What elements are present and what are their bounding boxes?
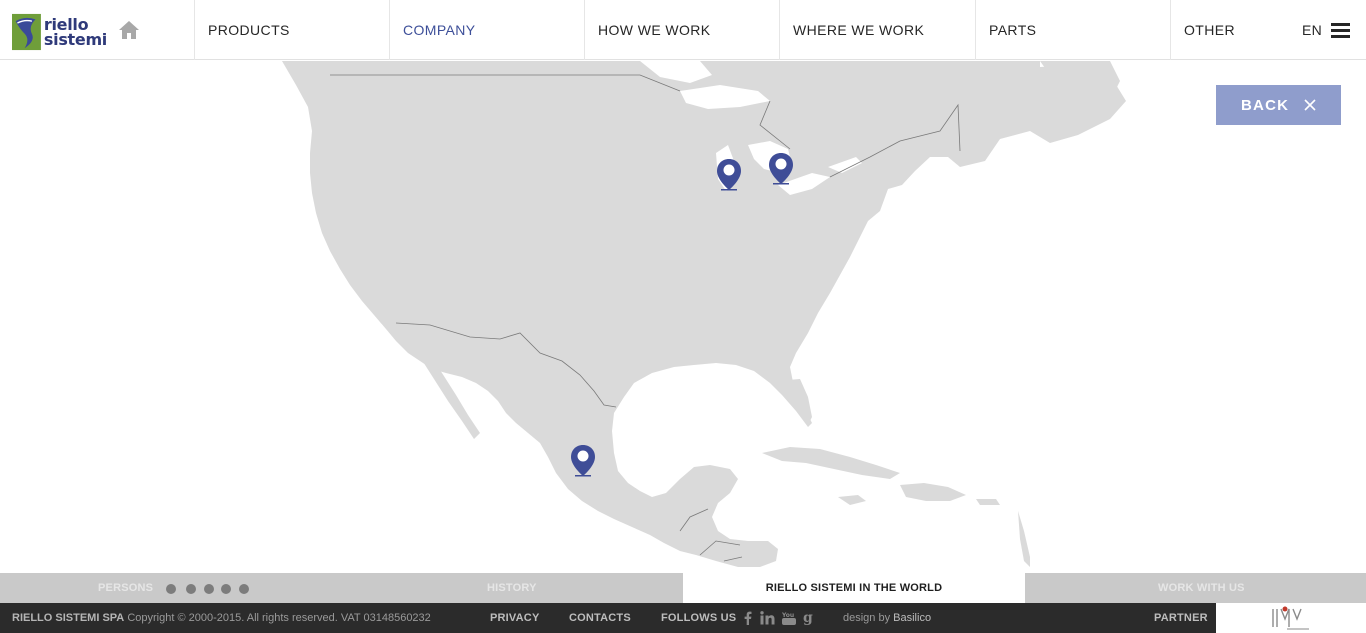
contacts-link[interactable]: CONTACTS: [569, 603, 631, 633]
language-selector[interactable]: EN: [1302, 22, 1322, 38]
footer-company: RIELLO SISTEMI SPA: [12, 612, 125, 624]
nav-company[interactable]: COMPANY: [389, 0, 584, 60]
hamburger-icon[interactable]: [1331, 23, 1350, 38]
slider-dot[interactable]: [186, 584, 196, 594]
tab-riello-in-the-world[interactable]: RIELLO SISTEMI IN THE WORLD: [683, 573, 1025, 603]
section-tabs: PERSONS HISTORY RIELLO SISTEMI IN THE WO…: [0, 573, 1366, 603]
follow-us-label: FOLLOWS US: [661, 612, 737, 624]
riello-sistemi-logo[interactable]: riello sistemi: [12, 10, 107, 54]
privacy-link[interactable]: PRIVACY: [490, 603, 539, 633]
back-button-label: BACK: [1241, 96, 1290, 114]
slider-dot[interactable]: [166, 584, 176, 594]
page: riello sistemi PRODUCTS COMPANY HOW WE W…: [0, 0, 1366, 633]
svg-text:g: g: [803, 611, 813, 625]
nav-products[interactable]: PRODUCTS: [194, 0, 389, 60]
design-by-label: design by: [843, 612, 891, 624]
north-america-land: [282, 61, 1126, 567]
main-nav: PRODUCTS COMPANY HOW WE WORK WHERE WE WO…: [194, 0, 1270, 60]
svg-text:You: You: [782, 612, 794, 619]
puerto-rico: [976, 499, 1000, 505]
world-map: [282, 61, 1126, 567]
slider-dot[interactable]: [221, 584, 231, 594]
home-icon[interactable]: [118, 20, 140, 40]
top-navigation-bar: riello sistemi PRODUCTS COMPANY HOW WE W…: [0, 0, 1366, 60]
cuba: [762, 447, 900, 479]
back-button[interactable]: BACK: [1216, 85, 1341, 125]
florida: [776, 379, 812, 425]
nav-how-we-work[interactable]: HOW WE WORK: [584, 0, 779, 60]
youtube-icon[interactable]: You: [782, 611, 796, 625]
lesser-antilles: [1018, 511, 1030, 567]
partner-label: PARTNER: [1154, 612, 1208, 624]
google-plus-icon[interactable]: g: [803, 611, 814, 625]
slider-dot[interactable]: [204, 584, 214, 594]
facebook-icon[interactable]: [744, 611, 752, 625]
nav-parts[interactable]: PARTS: [975, 0, 1170, 60]
footer: RIELLO SISTEMI SPA Copyright © 2000-2015…: [0, 603, 1366, 633]
footer-copyright: Copyright © 2000-2015. All rights reserv…: [127, 612, 431, 624]
designer-link[interactable]: Basilico: [893, 612, 931, 624]
nav-other[interactable]: OTHER: [1170, 0, 1270, 60]
tab-persons[interactable]: PERSONS: [98, 573, 153, 603]
hispaniola: [900, 483, 966, 501]
tab-work-with-us[interactable]: WORK WITH US: [1158, 573, 1245, 603]
linkedin-icon[interactable]: [760, 611, 775, 625]
jamaica: [838, 495, 866, 505]
logo-mark-icon: [12, 13, 41, 51]
nav-where-we-work[interactable]: WHERE WE WORK: [779, 0, 975, 60]
partner-area: [1216, 603, 1366, 633]
logo-line-2: sistemi: [43, 30, 107, 49]
partner-logo[interactable]: [1271, 605, 1311, 631]
close-icon: [1304, 99, 1316, 111]
slider-dot[interactable]: [239, 584, 249, 594]
tab-history[interactable]: HISTORY: [487, 573, 537, 603]
